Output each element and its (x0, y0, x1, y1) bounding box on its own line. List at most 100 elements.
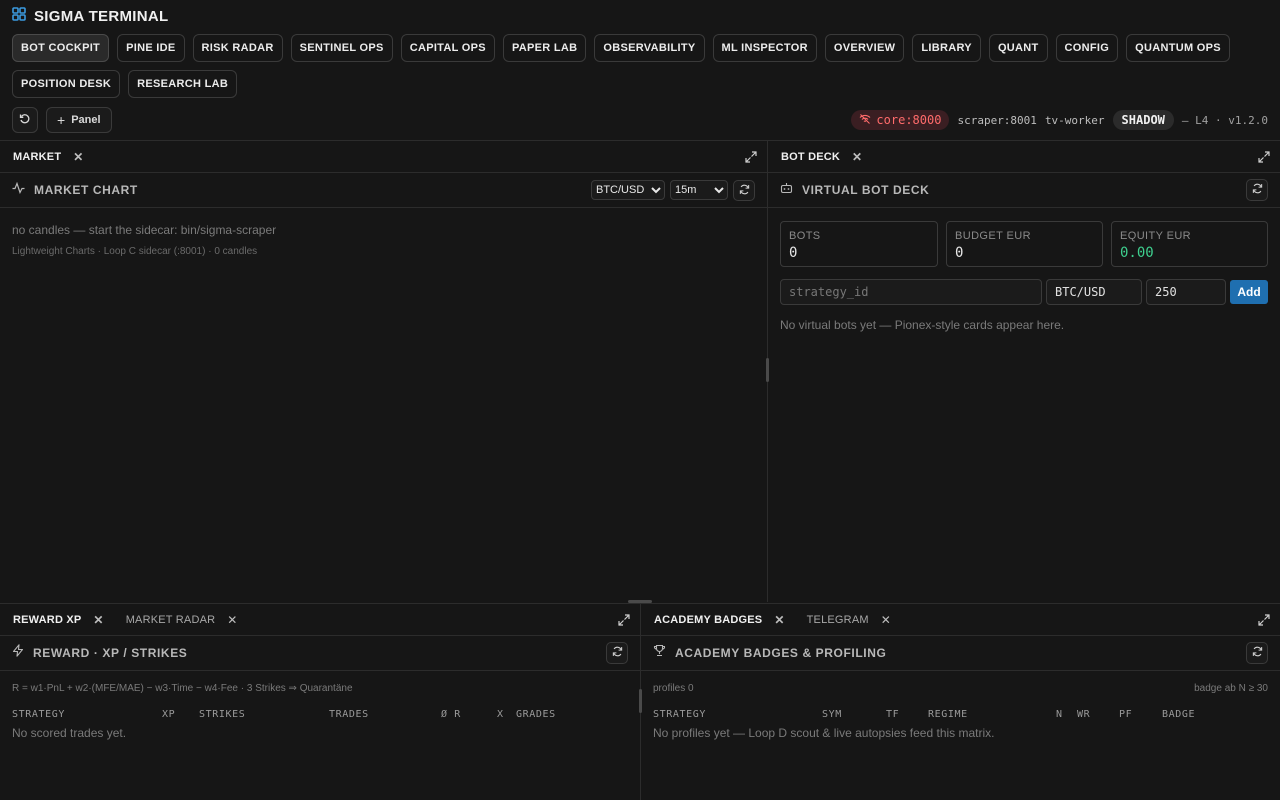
app-header: SIGMA TERMINAL (12, 6, 168, 26)
tab-sentinel-ops[interactable]: SENTINEL OPS (290, 34, 393, 62)
botdeck-header: VIRTUAL BOT DECK (768, 173, 1280, 208)
stat-budget-value: 0 (955, 245, 964, 261)
expand-icon[interactable] (1258, 613, 1270, 631)
academy-header: ACADEMY BADGES & PROFILING (641, 636, 1280, 671)
reward-title: REWARD · XP / STRIKES (33, 646, 188, 660)
academy-col-strategy: STRATEGY (653, 709, 706, 720)
add-panel-label: Panel (71, 114, 101, 126)
expand-icon[interactable] (1258, 150, 1270, 168)
tab-market[interactable]: MARKET ✕ (13, 150, 84, 164)
add-bot-button[interactable]: Add (1230, 280, 1268, 304)
reward-header: REWARD · XP / STRIKES (0, 636, 640, 671)
interval-select[interactable]: 15m (670, 180, 728, 200)
close-icon[interactable]: ✕ (852, 150, 862, 164)
stat-bots-label: BOTS (789, 230, 821, 242)
tab-position-desk[interactable]: POSITION DESK (12, 70, 121, 98)
botdeck-title: VIRTUAL BOT DECK (802, 183, 930, 197)
wifi-off-icon (859, 113, 871, 127)
expand-icon[interactable] (745, 150, 757, 168)
reset-layout-button[interactable] (12, 107, 38, 133)
tab-reward-xp-label: REWARD XP (13, 613, 82, 626)
main-nav: BOT COCKPIT PINE IDE RISK RADAR SENTINEL OP… (12, 34, 1268, 98)
tab-config[interactable]: CONFIG (1055, 34, 1119, 62)
bot-amount-input[interactable] (1146, 279, 1226, 305)
reward-col-avg-r: Ø R (441, 709, 461, 720)
reward-refresh-button[interactable] (606, 642, 628, 664)
tab-research-lab[interactable]: RESEARCH LAB (128, 70, 238, 98)
botdeck-refresh-button[interactable] (1246, 179, 1268, 201)
tab-observability[interactable]: OBSERVABILITY (594, 34, 705, 62)
tab-bot-deck[interactable]: BOT DECK ✕ (781, 150, 862, 164)
close-icon[interactable]: ✕ (227, 613, 237, 627)
core-status-text: core:8000 (876, 113, 942, 127)
tab-quant[interactable]: QUANT (988, 34, 1048, 62)
tab-quantum-ops[interactable]: QUANTUM OPS (1126, 34, 1230, 62)
academy-col-wr: WR (1077, 709, 1091, 720)
botdeck-panel: BOT DECK ✕ VIRTUAL BOT DECK (768, 140, 1280, 602)
stat-budget: BUDGET EUR 0 (946, 221, 1103, 267)
connection-status: core:8000 scraper:8001 tv-worker SHADOW … (851, 110, 1268, 130)
refresh-icon (739, 182, 750, 200)
rotate-ccw-icon (19, 113, 31, 128)
toolbar: + Panel (12, 107, 112, 133)
close-icon[interactable]: ✕ (774, 613, 784, 627)
strategy-id-input[interactable] (780, 279, 1042, 305)
stat-equity: EQUITY EUR 0.00 (1111, 221, 1268, 267)
reward-panel: REWARD XP ✕ MARKET RADAR ✕ REWARD · XP /… (0, 603, 640, 800)
tab-academy-badges[interactable]: ACADEMY BADGES ✕ (654, 613, 785, 627)
activity-icon (12, 181, 25, 199)
bot-symbol-input[interactable] (1046, 279, 1142, 305)
close-icon[interactable]: ✕ (73, 150, 83, 164)
reward-col-grades: GRADES (516, 709, 556, 720)
close-icon[interactable]: ✕ (881, 613, 891, 627)
tab-paper-lab[interactable]: PAPER LAB (502, 34, 587, 62)
grid-logo-icon (12, 6, 26, 26)
stat-bots-value: 0 (789, 245, 798, 261)
academy-col-badge: BADGE (1162, 709, 1196, 720)
zap-icon (12, 644, 24, 662)
bot-icon (780, 181, 793, 199)
symbol-select[interactable]: BTC/USD (591, 180, 665, 200)
reward-panel-tabs: REWARD XP ✕ MARKET RADAR ✕ (0, 604, 640, 636)
refresh-icon (1252, 181, 1263, 199)
tab-telegram-label: TELEGRAM (806, 613, 869, 626)
market-chart-header: MARKET CHART BTC/USD 15m (0, 173, 767, 208)
botdeck-empty-text: No virtual bots yet — Pionex-style cards… (780, 318, 1065, 332)
tab-overview[interactable]: OVERVIEW (824, 34, 905, 62)
academy-panel-tabs: ACADEMY BADGES ✕ TELEGRAM ✕ (641, 604, 1280, 636)
expand-icon[interactable] (618, 613, 630, 631)
tab-market-radar[interactable]: MARKET RADAR ✕ (126, 613, 238, 627)
plus-icon: + (57, 112, 66, 128)
refresh-icon (612, 644, 623, 662)
tab-pine-ide[interactable]: PINE IDE (117, 34, 185, 62)
tab-reward-xp[interactable]: REWARD XP ✕ (13, 613, 104, 627)
tab-telegram[interactable]: TELEGRAM ✕ (807, 613, 891, 627)
tab-risk-radar[interactable]: RISK RADAR (192, 34, 283, 62)
tab-library[interactable]: LIBRARY (912, 34, 981, 62)
stat-equity-label: EQUITY EUR (1120, 230, 1192, 242)
close-icon[interactable]: ✕ (93, 613, 103, 627)
academy-empty-text: No profiles yet — Loop D scout & live au… (653, 726, 995, 740)
academy-col-regime: REGIME (928, 709, 968, 720)
tab-ml-inspector[interactable]: ML INSPECTOR (712, 34, 817, 62)
tab-bot-cockpit[interactable]: BOT COCKPIT (12, 34, 110, 62)
reward-col-strategy: STRATEGY (12, 709, 65, 720)
tab-market-label: MARKET (13, 150, 62, 163)
market-panel-tabs: MARKET ✕ (0, 141, 767, 173)
market-panel: MARKET ✕ MARKET CHART BTC/USD 15m no can… (0, 140, 767, 602)
stat-bots: BOTS 0 (780, 221, 938, 267)
market-chart-controls: BTC/USD 15m (591, 180, 755, 201)
academy-badge-note: badge ab N ≥ 30 (1194, 683, 1268, 694)
mode-badge: SHADOW (1112, 110, 1174, 130)
tab-market-radar-label: MARKET RADAR (125, 613, 216, 626)
reward-col-strikes: STRIKES (199, 709, 246, 720)
botdeck-panel-tabs: BOT DECK ✕ (768, 141, 1280, 173)
reward-col-xp: XP (162, 709, 176, 720)
worker-status: tv-worker (1044, 113, 1105, 127)
tab-capital-ops[interactable]: CAPITAL OPS (400, 34, 495, 62)
academy-col-n: N (1056, 709, 1063, 720)
academy-col-sym: SYM (822, 709, 842, 720)
academy-refresh-button[interactable] (1246, 642, 1268, 664)
market-refresh-button[interactable] (733, 180, 755, 201)
add-panel-button[interactable]: + Panel (46, 107, 112, 133)
